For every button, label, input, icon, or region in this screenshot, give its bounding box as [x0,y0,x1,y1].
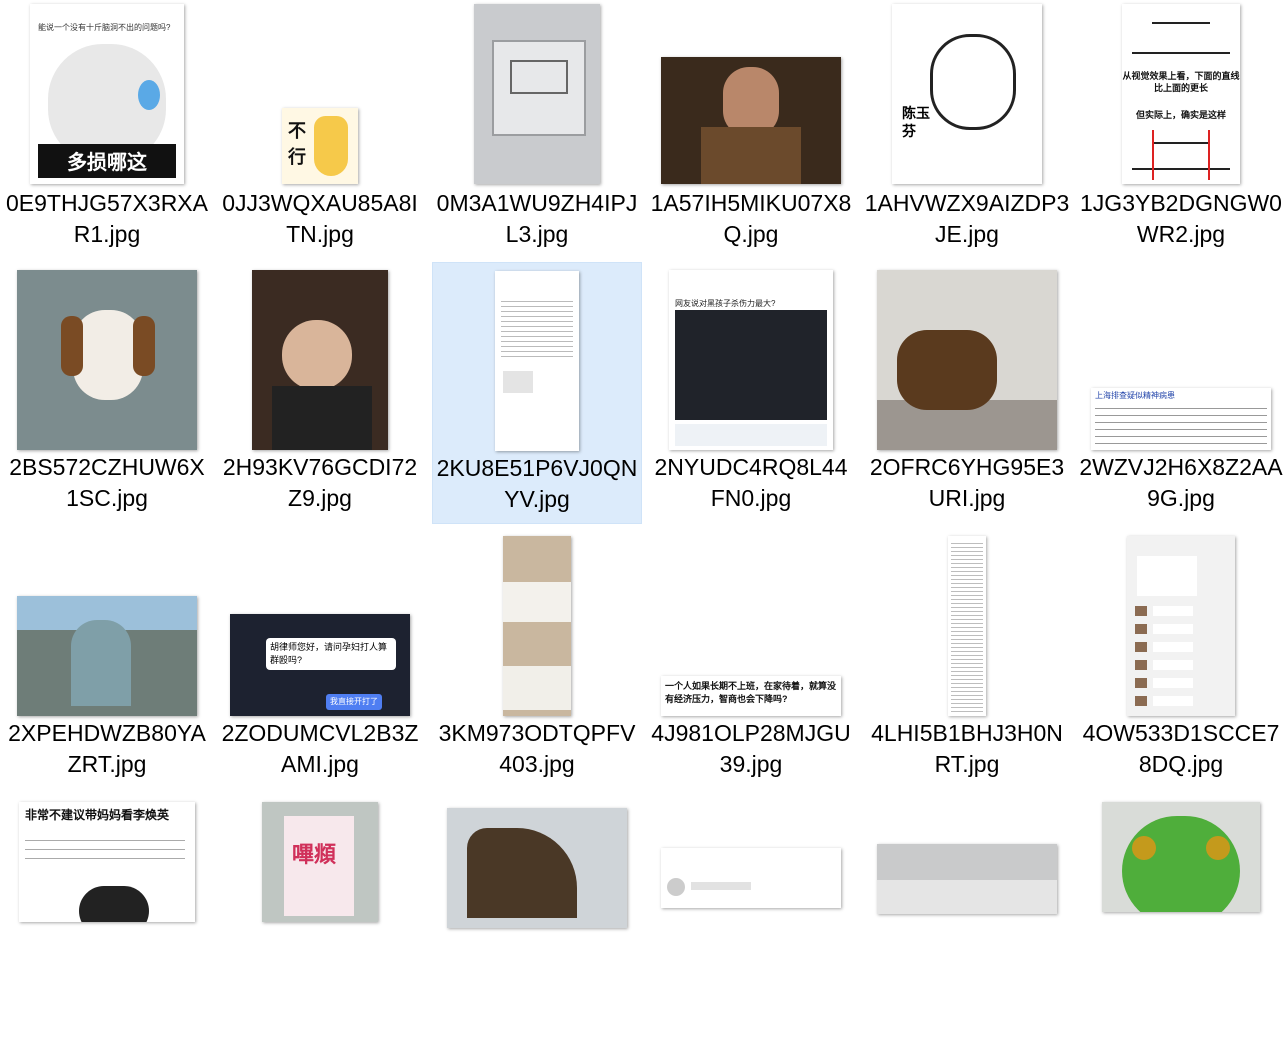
file-item[interactable]: 从视觉效果上看，下面的直线比上面的更长 但实际上，确实是这样 1JG3YB2DG… [1076,0,1286,262]
file-name: 1A57IH5MIKU07X8Q.jpg [650,190,852,247]
thumbnail: 网友说对黑孩子杀伤力最大? [669,270,833,450]
file-item[interactable]: 2H93KV76GCDI72Z9.jpg [215,264,425,526]
file-name: 2WZVJ2H6X8Z2AA9G.jpg [1079,454,1283,511]
file-item[interactable]: 嗶頫 [215,796,425,1058]
file-item[interactable]: 胡律师您好，请问孕妇打人算群殴吗? 我直接开打了 2ZODUMCVL2B3ZAM… [215,530,425,792]
thumbnail: 胡律师您好，请问孕妇打人算群殴吗? 我直接开打了 [230,614,410,716]
thumbnail [503,536,571,716]
thumb-caption: 嗶頫 [292,842,337,867]
file-name: 2OFRC6YHG95E3URI.jpg [869,454,1065,511]
thumbnail [252,270,388,450]
file-name: 2XPEHDWZB80YAZRT.jpg [8,720,206,777]
thumb-caption: 网友说对黑孩子杀伤力最大? [675,299,776,308]
thumbnail [661,57,841,184]
file-item[interactable]: 不行 0JJ3WQXAU85A8ITN.jpg [215,0,425,262]
file-name: 4LHI5B1BHJ3H0NRT.jpg [871,720,1063,777]
thumb-caption-2: 但实际上，确实是这样 [1135,110,1226,120]
thumbnail: 上海排查疑似精神病患 [1091,388,1271,450]
file-name: 3KM973ODTQPFV403.jpg [438,720,636,777]
file-item[interactable]: 4LHI5B1BHJ3H0NRT.jpg [862,530,1072,792]
thumbnail: 能说一个没有十斤脑洞不出的问题吗? 多损哪这 [30,4,184,184]
thumb-caption: 胡律师您好，请问孕妇打人算群殴吗? [266,638,396,670]
thumb-caption: 非常不建议带妈妈看李焕英 [25,808,170,822]
file-item[interactable]: 0M3A1WU9ZH4IPJL3.jpg [432,0,642,262]
thumb-caption: 从视觉效果上看，下面的直线比上面的更长 [1122,71,1240,93]
file-item[interactable] [862,796,1072,1058]
file-name: 0E9THJG57X3RXAR1.jpg [6,190,208,247]
thumbnail [877,270,1057,450]
thumbnail: 非常不建议带妈妈看李焕英 [19,802,195,922]
file-item[interactable]: 3KM973ODTQPFV403.jpg [432,530,642,792]
file-grid: 能说一个没有十斤脑洞不出的问题吗? 多损哪这 0E9THJG57X3RXAR1.… [0,0,1288,928]
file-item-selected[interactable]: 2KU8E51P6VJ0QNYV.jpg [432,262,642,524]
file-name: 4OW533D1SCCE78DQ.jpg [1082,720,1280,777]
thumbnail [948,536,986,716]
file-item[interactable]: 陈玉芬 1AHVWZX9AIZDP3JE.jpg [862,0,1072,262]
thumbnail: 陈玉芬 [892,4,1042,184]
file-name: 4J981OLP28MJGU39.jpg [651,720,851,777]
thumb-caption: 不行 [288,121,306,167]
file-item[interactable]: 上海排查疑似精神病患 2WZVJ2H6X8Z2AA9G.jpg [1076,264,1286,526]
file-item[interactable] [1076,796,1286,1058]
file-item[interactable] [646,796,856,1058]
file-name: 2ZODUMCVL2B3ZAMI.jpg [221,720,419,777]
file-item[interactable] [432,796,642,1058]
file-name: 2H93KV76GCDI72Z9.jpg [222,454,418,511]
thumb-caption-2: 我直接开打了 [326,694,382,710]
thumbnail [495,271,579,451]
file-item[interactable]: 网友说对黑孩子杀伤力最大? 2NYUDC4RQ8L44FN0.jpg [646,264,856,526]
thumbnail: 一个人如果长期不上班，在家待着，就算没有经济压力，智商也会下降吗? [661,676,841,716]
file-item[interactable]: 能说一个没有十斤脑洞不出的问题吗? 多损哪这 0E9THJG57X3RXAR1.… [2,0,212,262]
thumb-caption: 一个人如果长期不上班，在家待着，就算没有经济压力，智商也会下降吗? [665,681,837,704]
file-name: 1AHVWZX9AIZDP3JE.jpg [864,190,1070,247]
file-name: 0M3A1WU9ZH4IPJL3.jpg [436,190,638,247]
thumb-caption: 陈玉芬 [902,105,930,139]
file-name: 2KU8E51P6VJ0QNYV.jpg [436,455,638,512]
thumbnail [447,808,627,928]
thumbnail: 从视觉效果上看，下面的直线比上面的更长 但实际上，确实是这样 [1122,4,1240,184]
thumbnail: 嗶頫 [262,802,378,922]
thumbnail [661,848,841,908]
thumbnail [17,596,197,716]
file-name: 0JJ3WQXAU85A8ITN.jpg [222,190,418,247]
file-name: 2BS572CZHUW6X1SC.jpg [9,454,205,511]
thumbnail [1127,536,1235,716]
thumbnail: 不行 [282,108,358,184]
file-item[interactable]: 2XPEHDWZB80YAZRT.jpg [2,530,212,792]
thumb-header: 能说一个没有十斤脑洞不出的问题吗? [38,23,171,32]
file-name: 2NYUDC4RQ8L44FN0.jpg [654,454,848,511]
thumbnail [1102,802,1260,912]
file-item[interactable]: 1A57IH5MIKU07X8Q.jpg [646,0,856,262]
file-item[interactable]: 2OFRC6YHG95E3URI.jpg [862,264,1072,526]
file-item[interactable]: 非常不建议带妈妈看李焕英 [2,796,212,1058]
thumbnail [17,270,197,450]
thumbnail [877,844,1057,914]
thumb-caption: 多损哪这 [67,152,147,174]
file-item[interactable]: 4OW533D1SCCE78DQ.jpg [1076,530,1286,792]
file-item[interactable]: 一个人如果长期不上班，在家待着，就算没有经济压力，智商也会下降吗? 4J981O… [646,530,856,792]
thumb-caption: 上海排查疑似精神病患 [1095,391,1175,400]
thumbnail [474,4,600,184]
file-name: 1JG3YB2DGNGW0WR2.jpg [1080,190,1282,247]
file-item[interactable]: 2BS572CZHUW6X1SC.jpg [2,264,212,526]
